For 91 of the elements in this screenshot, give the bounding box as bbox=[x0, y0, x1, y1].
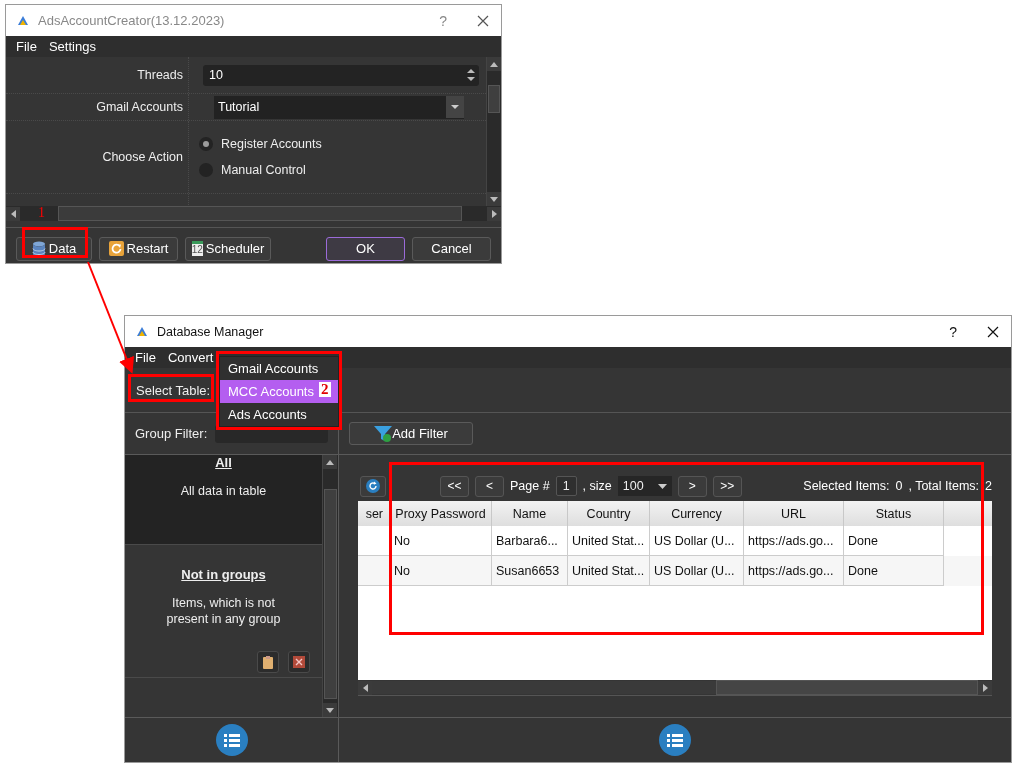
scroll-up-icon[interactable] bbox=[326, 459, 334, 465]
menu-item[interactable]: Convert bbox=[161, 350, 220, 365]
table-cell: US Dollar (U... bbox=[650, 556, 744, 586]
scroll-up-icon[interactable] bbox=[490, 61, 498, 67]
spin-arrows-icon[interactable] bbox=[466, 67, 476, 83]
list-icon[interactable] bbox=[215, 724, 248, 756]
column-header[interactable]: ser bbox=[358, 501, 390, 526]
group-title[interactable]: All bbox=[215, 455, 232, 470]
refresh-icon bbox=[366, 479, 380, 493]
group-description: Items, which is not present in any group bbox=[165, 595, 282, 627]
step-number: 2 bbox=[319, 382, 331, 397]
column-header[interactable]: Country bbox=[568, 501, 650, 526]
vertical-scrollbar[interactable] bbox=[322, 455, 338, 717]
column-header[interactable]: Name bbox=[492, 501, 568, 526]
total-items-label: , Total Items: bbox=[908, 479, 980, 493]
page-size-dropdown[interactable]: 100 bbox=[617, 476, 672, 496]
restart-icon bbox=[108, 241, 124, 256]
scroll-left-icon[interactable] bbox=[10, 209, 16, 218]
scroll-right-icon[interactable] bbox=[491, 209, 497, 218]
scroll-down-icon[interactable] bbox=[326, 707, 334, 713]
table-cell: https://ads.go... bbox=[744, 556, 844, 586]
highlight-frame bbox=[22, 227, 88, 258]
column-header[interactable]: Proxy Password bbox=[390, 501, 492, 526]
field-label: Gmail Accounts bbox=[96, 100, 183, 114]
refresh-button[interactable] bbox=[360, 475, 386, 497]
table-cell: Susan6653 bbox=[492, 556, 568, 586]
threads-spinbox[interactable]: 10 bbox=[203, 64, 479, 86]
menu-item[interactable]: Settings bbox=[42, 39, 102, 54]
clipboard-icon[interactable] bbox=[257, 651, 279, 673]
selected-items-label: Selected Items: bbox=[803, 479, 890, 493]
table-cell: No bbox=[390, 556, 492, 586]
field-label: Threads bbox=[137, 68, 183, 82]
step-number: 1 bbox=[38, 205, 45, 221]
database-icon bbox=[31, 240, 46, 257]
caret-icon bbox=[657, 483, 667, 489]
help-button[interactable]: ? bbox=[439, 12, 447, 29]
page-label: Page # bbox=[510, 479, 550, 493]
vertical-scrollbar[interactable] bbox=[486, 57, 501, 206]
logo-icon bbox=[18, 16, 28, 25]
delete-icon[interactable] bbox=[288, 651, 310, 673]
column-header[interactable]: URL bbox=[744, 501, 844, 526]
account-dropdown[interactable]: Tutorial bbox=[214, 95, 464, 119]
group-description: All data in table bbox=[179, 483, 268, 499]
page-field[interactable]: 1 bbox=[555, 476, 577, 496]
scroll-right-icon[interactable] bbox=[982, 683, 988, 692]
dialog-button[interactable]: 12 Scheduler bbox=[185, 236, 271, 261]
last-page-button[interactable]: >> bbox=[712, 475, 742, 497]
total-count: 2 bbox=[985, 479, 992, 493]
scroll-thumb[interactable] bbox=[58, 206, 462, 221]
table-menu-item[interactable]: Gmail Accounts bbox=[220, 357, 338, 380]
radio-label[interactable]: Register Accounts bbox=[221, 137, 322, 151]
calendar-icon: 12 bbox=[191, 241, 203, 256]
first-page-button[interactable]: << bbox=[440, 475, 469, 497]
table-cell: Done bbox=[844, 556, 944, 586]
logo-icon bbox=[137, 327, 147, 336]
previous-page-button[interactable]: < bbox=[475, 475, 504, 497]
horizontal-scrollbar[interactable] bbox=[6, 206, 501, 221]
close-icon[interactable] bbox=[987, 325, 999, 338]
column-header[interactable]: Currency bbox=[650, 501, 744, 526]
window-title: AdsAccountCreator(13.12.2023) bbox=[38, 13, 225, 28]
scroll-thumb[interactable] bbox=[716, 680, 978, 695]
scroll-thumb[interactable] bbox=[324, 489, 337, 699]
dialog-button[interactable]: Cancel bbox=[412, 236, 491, 261]
menu-item[interactable]: File bbox=[10, 39, 43, 54]
group-filter-label: Group Filter: bbox=[135, 426, 208, 441]
table-menu-item[interactable]: Ads Accounts bbox=[220, 403, 338, 426]
close-icon[interactable] bbox=[477, 14, 489, 27]
window-title: Database Manager bbox=[157, 324, 264, 339]
scroll-thumb[interactable] bbox=[488, 85, 500, 113]
select-table-label: Select Table: bbox=[136, 382, 211, 398]
radio-label[interactable]: Manual Control bbox=[221, 163, 306, 177]
group-item[interactable]: All All data in table bbox=[125, 455, 322, 545]
column-header[interactable]: Status bbox=[844, 501, 944, 526]
scroll-left-icon[interactable] bbox=[362, 683, 368, 692]
selected-count: 0 bbox=[895, 479, 903, 493]
size-label: , size bbox=[582, 479, 612, 493]
menu-item[interactable]: File bbox=[129, 350, 162, 365]
scroll-down-icon[interactable] bbox=[490, 196, 498, 202]
list-icon[interactable] bbox=[659, 724, 691, 756]
field-label: Choose Action bbox=[102, 150, 183, 164]
add-filter-button[interactable]: Add Filter bbox=[349, 422, 473, 445]
horizontal-scrollbar[interactable] bbox=[358, 680, 992, 695]
filter-icon bbox=[374, 425, 393, 442]
table-cell: United Stat... bbox=[568, 556, 650, 586]
radio-button[interactable] bbox=[199, 137, 213, 151]
dialog-button[interactable]: Restart bbox=[99, 236, 178, 261]
next-page-button[interactable]: > bbox=[677, 475, 707, 497]
group-title[interactable]: Not in groups bbox=[181, 567, 266, 582]
dialog-button[interactable]: OK bbox=[326, 236, 405, 261]
caret-icon[interactable] bbox=[446, 96, 464, 118]
help-button[interactable]: ? bbox=[949, 323, 957, 340]
